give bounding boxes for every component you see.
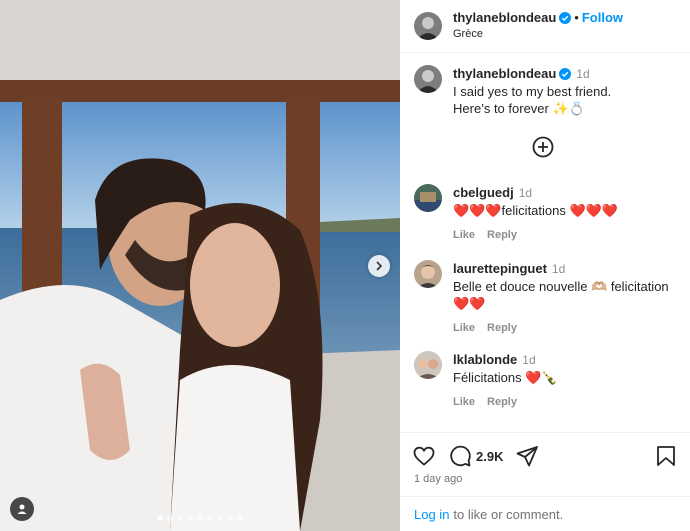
comment-reply-button[interactable]: Reply <box>487 229 517 241</box>
comment-text: Félicitations ❤️🍾 <box>453 370 558 385</box>
author-avatar[interactable] <box>414 65 442 93</box>
carousel-dot <box>177 515 183 521</box>
verified-badge-icon <box>559 12 572 24</box>
comment-icon <box>450 445 471 467</box>
caption-username[interactable]: thylaneblondeau <box>453 66 556 81</box>
caption-time: 1d <box>576 67 590 81</box>
commenter-avatar[interactable] <box>414 184 442 212</box>
comment-button[interactable] <box>448 444 472 468</box>
like-button[interactable] <box>412 444 436 468</box>
save-button[interactable] <box>654 444 678 468</box>
comment-text-2: ❤️❤️ <box>453 296 486 311</box>
comment-item: laurettepinguet 1d Belle et douce nouvell… <box>414 260 676 337</box>
carousel-dot <box>207 515 213 521</box>
post-header: thylaneblondeau • Follow Grèce <box>400 0 690 53</box>
follow-button[interactable]: Follow <box>582 10 623 25</box>
heart-icon <box>413 446 435 466</box>
commenter-username[interactable]: lklablonde <box>453 352 517 367</box>
share-icon <box>517 446 539 467</box>
comment-time: 1d <box>551 262 566 276</box>
commenter-avatar[interactable] <box>414 260 442 288</box>
user-tag-icon <box>17 504 27 514</box>
post-media[interactable] <box>0 0 400 531</box>
commenter-avatar[interactable] <box>414 351 442 379</box>
load-more-comments-button[interactable] <box>532 136 554 158</box>
carousel-dot <box>167 515 173 521</box>
chevron-right-icon <box>376 261 383 271</box>
comment-text: Belle et douce nouvelle 🫶🏼 felicitation <box>453 279 669 294</box>
comment-item: lklablonde 1d Félicitations ❤️🍾 Like Reply <box>414 351 676 411</box>
commenter-username[interactable]: laurettepinguet <box>453 261 547 276</box>
plus-circle-icon <box>532 136 554 158</box>
post-location[interactable]: Grèce <box>453 26 623 42</box>
caption: thylaneblondeau 1d I said yes to my best … <box>414 65 676 117</box>
comment-like-button[interactable]: Like <box>453 229 475 241</box>
author-username[interactable]: thylaneblondeau <box>453 10 556 25</box>
carousel-indicator <box>0 515 400 521</box>
carousel-dot <box>227 515 233 521</box>
commenter-username[interactable]: cbelguedj <box>453 185 514 200</box>
carousel-dot <box>197 515 203 521</box>
caption-text: I said yes to my best friend. <box>453 84 612 99</box>
login-link[interactable]: Log in <box>414 507 449 522</box>
comments-list[interactable]: thylaneblondeau 1d I said yes to my best … <box>400 54 690 432</box>
comment-time: 1d <box>518 186 533 200</box>
bookmark-icon <box>657 446 675 466</box>
comment-item: cbelguedj 1d ❤️❤️❤️felicitations ❤️❤️❤️ L… <box>414 184 676 244</box>
post-footer: 2.9K 1 day ago Log in to like or comment… <box>400 432 690 531</box>
login-prompt: Log in to like or comment. <box>400 496 690 531</box>
dot-separator: • <box>574 10 579 25</box>
comment-time: 1d <box>522 353 536 367</box>
login-prompt-text: to like or comment. <box>453 506 564 522</box>
post-side-panel: thylaneblondeau • Follow Grèce thylaneblon… <box>400 0 690 531</box>
comment-count: 2.9K <box>476 448 504 464</box>
comment-like-button[interactable]: Like <box>453 396 475 408</box>
post-photo <box>0 0 400 531</box>
share-button[interactable] <box>515 444 539 468</box>
carousel-dot <box>187 515 193 521</box>
comment-like-button[interactable]: Like <box>453 322 475 334</box>
comment-text: ❤️❤️❤️felicitations ❤️❤️❤️ <box>453 203 619 218</box>
author-avatar[interactable] <box>414 12 442 40</box>
carousel-dot <box>217 515 223 521</box>
caption-text-2: Here’s to forever ✨💍 <box>453 101 585 116</box>
comment-reply-button[interactable]: Reply <box>487 322 517 334</box>
post-age[interactable]: 1 day ago <box>400 473 690 485</box>
comment-reply-button[interactable]: Reply <box>487 396 517 408</box>
verified-badge-icon <box>559 68 572 80</box>
next-slide-button[interactable] <box>368 255 390 277</box>
carousel-dot <box>157 515 163 521</box>
carousel-dot <box>237 515 243 521</box>
